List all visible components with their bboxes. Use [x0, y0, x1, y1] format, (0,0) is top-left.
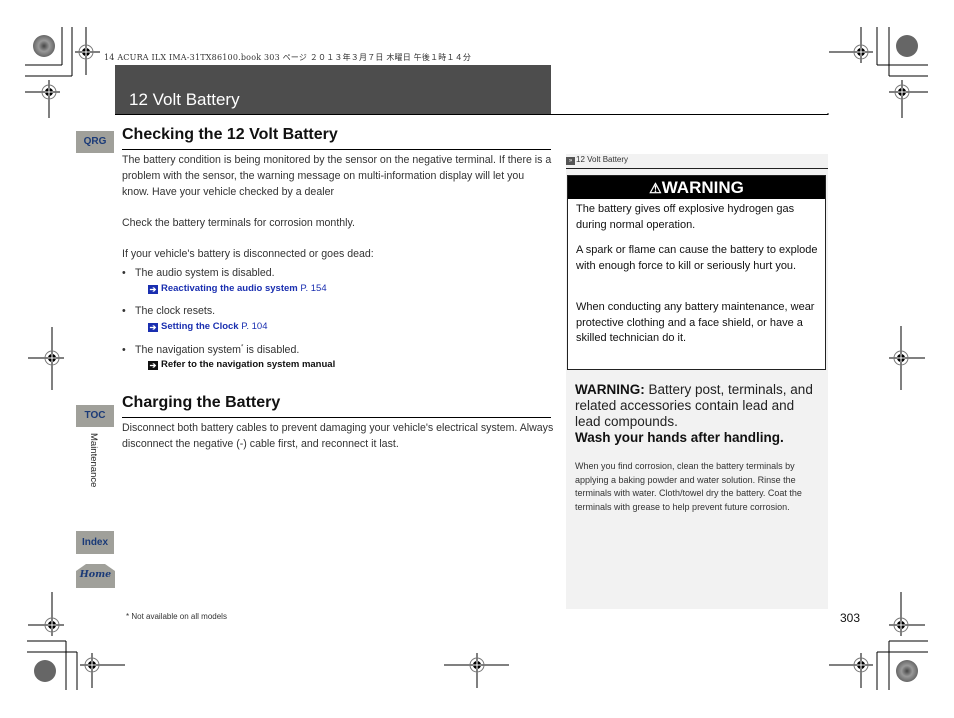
heading-rule: [122, 149, 551, 150]
toc-label: TOC: [84, 410, 106, 421]
warning-header: ⚠WARNING: [568, 176, 825, 199]
bullet-item: • The audio system is disabled.: [122, 267, 275, 279]
index-label: Index: [81, 537, 109, 548]
page-number: 303: [840, 611, 861, 625]
footnote: * Not available on all models: [126, 612, 227, 621]
double-chevron-icon: »: [566, 157, 575, 165]
title-rule: [115, 114, 828, 115]
checking-para-2: Check the battery terminals for corrosio…: [122, 217, 355, 229]
xref-navigation-manual: ➔ Refer to the navigation system manual: [148, 359, 336, 370]
warning-triangle-icon: ⚠: [649, 180, 662, 196]
xref-link-audio[interactable]: ➔ Reactivating the audio system P. 154: [148, 283, 327, 294]
printer-slug: 14 ACURA ILX IMA-31TX86100.book 303 ページ …: [104, 53, 472, 62]
xref-arrow-icon: ➔: [148, 361, 158, 370]
xref-arrow-icon: ➔: [148, 285, 158, 294]
bullet-item: • The clock resets.: [122, 305, 216, 317]
xref-link-clock[interactable]: ➔ Setting the Clock P. 104: [148, 321, 267, 332]
page-title: 12 Volt Battery: [129, 90, 240, 109]
home-tab[interactable]: Home: [76, 563, 115, 588]
warning-text-2: A spark or flame can cause the battery t…: [576, 244, 818, 272]
xref-arrow-icon: ➔: [148, 323, 158, 332]
charging-para: Disconnect both battery cables to preven…: [122, 422, 554, 450]
checking-heading: Checking the 12 Volt Battery: [122, 126, 338, 143]
charging-heading: Charging the Battery: [122, 394, 281, 411]
home-label: Home: [79, 569, 112, 580]
qrg-tab[interactable]: QRG: [76, 131, 114, 153]
corrosion-note: When you find corrosion, clean the batte…: [575, 461, 802, 512]
sidebar-header: » 12 Volt Battery: [566, 155, 828, 169]
section-label: Maintenance: [88, 433, 99, 488]
toc-tab[interactable]: TOC: [76, 405, 114, 427]
warning-text-3: When conducting any battery maintenance,…: [576, 301, 815, 344]
checking-para-1: The battery condition is being monitored…: [122, 154, 552, 198]
bullet-item: • The navigation system* is disabled.: [122, 344, 300, 356]
color-target-icon: [33, 35, 55, 57]
qrg-label: QRG: [83, 136, 107, 147]
checking-para-3: If your vehicle's battery is disconnecte…: [122, 248, 374, 260]
lead-warning: WARNING: Battery post, terminals, and re…: [575, 382, 813, 445]
warning-box: ⚠WARNING The battery gives off explosive…: [567, 175, 826, 370]
page-title-bar: 12 Volt Battery: [115, 65, 551, 115]
warning-text-1: The battery gives off explosive hydrogen…: [576, 203, 795, 231]
heading-rule: [122, 417, 551, 418]
index-tab[interactable]: Index: [76, 531, 114, 554]
